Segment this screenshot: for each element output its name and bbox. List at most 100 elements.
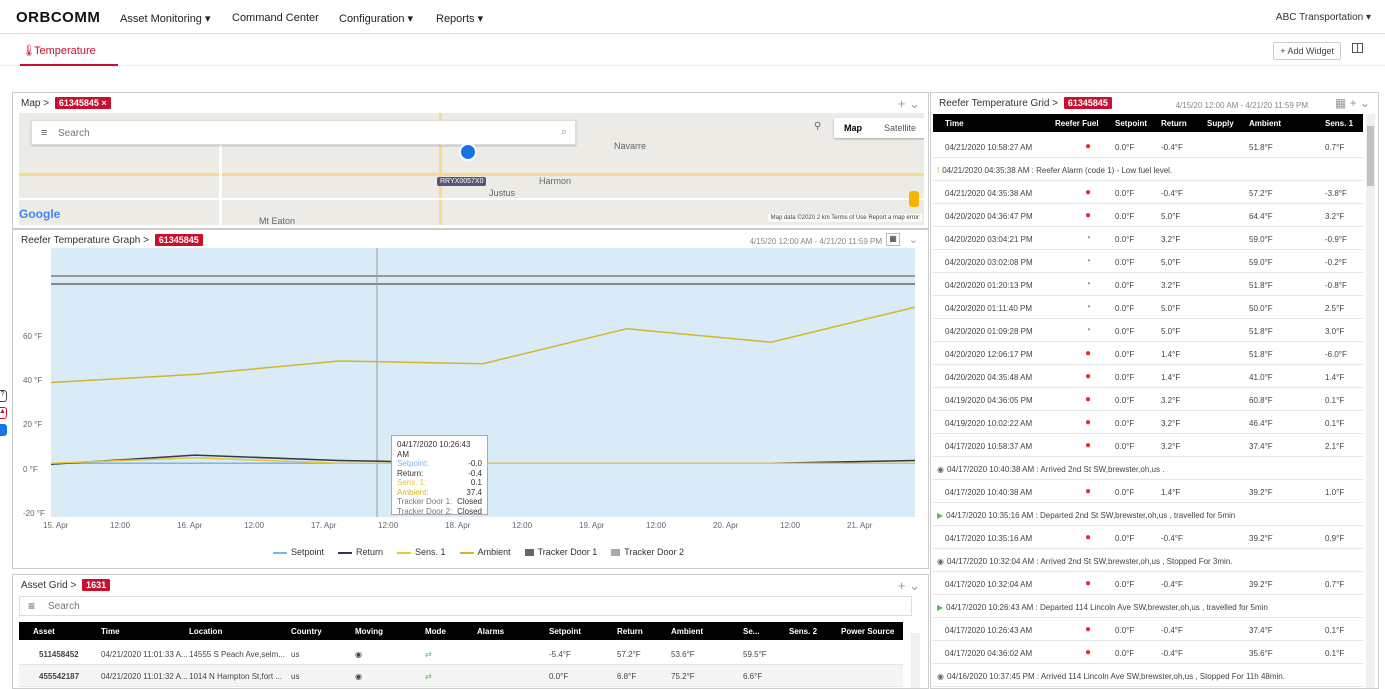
column-header[interactable]: Ambient <box>1249 119 1281 128</box>
column-header[interactable]: Ambient <box>671 627 703 636</box>
table-row[interactable]: 04/20/2020 01:09:28 PM ◔ 0.0°F 5.0°F 51.8°F 3… <box>933 320 1363 342</box>
table-row[interactable]: 04/20/2020 04:36:47 PM ● 0.0°F 5.0°F 64.4°F 3… <box>933 205 1363 227</box>
table-row[interactable]: 455542187 04/21/2020 11:01:32 A... 1014 N … <box>19 665 903 687</box>
event-row[interactable]: ◉ 04/16/2020 10:37:45 PM : Arrived 114 Li… <box>933 665 1363 687</box>
column-header[interactable]: Alarms <box>477 627 504 636</box>
hamburger-icon[interactable]: ≡ <box>41 127 47 139</box>
column-header[interactable]: Time <box>945 119 964 128</box>
table-row[interactable]: 04/17/2020 10:32:04 AM ● 0.0°F -0.4°F 39.2°F… <box>933 573 1363 595</box>
add-widget-button[interactable]: + Add Widget <box>1273 42 1341 60</box>
legend-setpoint[interactable]: Setpoint <box>273 547 324 557</box>
column-header[interactable]: Return <box>1161 119 1187 128</box>
column-header[interactable]: Supply <box>1207 119 1234 128</box>
legend-return[interactable]: Return <box>338 547 383 557</box>
column-header[interactable]: Power Source <box>841 627 894 636</box>
alert-icon[interactable]: ▲ <box>0 407 7 419</box>
asset-badge[interactable]: 61345845 <box>154 234 203 246</box>
legend-tracker-door-2[interactable]: Tracker Door 2 <box>611 547 684 557</box>
table-row[interactable]: 04/21/2020 04:35:38 AM ● 0.0°F -0.4°F 57.2°F… <box>933 182 1363 204</box>
map-view[interactable]: ≡ Search ⌕ ⚲ Map Satellite Navarre Harmo… <box>19 113 924 225</box>
tab-temperature[interactable]: 🌡 Temperature <box>20 41 118 66</box>
column-header[interactable]: Mode <box>425 627 446 636</box>
hamburger-icon[interactable]: ≡ <box>28 599 35 613</box>
table-row[interactable]: 04/17/2020 04:36:02 AM ● 0.0°F -0.4°F 35.6°F… <box>933 642 1363 664</box>
asset-count-badge: 1631 <box>82 579 111 591</box>
nav-configuration[interactable]: Configuration ▾ <box>339 12 413 25</box>
nav-asset-monitoring[interactable]: Asset Monitoring ▾ <box>120 12 211 25</box>
column-header[interactable]: Sens. 2 <box>789 627 817 636</box>
legend-ambient[interactable]: Ambient <box>459 547 511 557</box>
chat-icon[interactable] <box>0 424 7 436</box>
column-header[interactable]: Setpoint <box>1115 119 1147 128</box>
event-row[interactable]: ▶ 04/17/2020 10:26:43 AM : Departed 114 L… <box>933 596 1363 618</box>
event-row[interactable]: ◉ 04/17/2020 10:32:04 AM : Arrived 2nd St… <box>933 550 1363 572</box>
asset-filter-badge[interactable]: 61345845 × <box>54 97 111 109</box>
column-header[interactable]: Sens. 1 <box>1325 119 1353 128</box>
event-row[interactable]: ▶ 04/17/2020 10:35:16 AM : Departed 2nd S… <box>933 504 1363 526</box>
account-menu[interactable]: ABC Transportation ▾ <box>1276 12 1371 23</box>
map-search-input[interactable]: ≡ Search ⌕ <box>31 120 576 145</box>
layout-icon[interactable] <box>1352 43 1363 53</box>
table-row[interactable]: 04/19/2020 04:36:05 PM ● 0.0°F 3.2°F 60.8°F 0… <box>933 389 1363 411</box>
table-row[interactable]: 04/19/2020 10:02:22 AM ● 0.0°F 3.2°F 46.4°F 0… <box>933 412 1363 434</box>
panel-controls-icon[interactable]: + ⌄ <box>898 578 920 594</box>
column-header[interactable]: Setpoint <box>549 627 581 636</box>
event-row[interactable]: ! 04/21/2020 04:35:38 AM : Reefer Alarm (… <box>933 159 1363 181</box>
column-header[interactable]: Moving <box>355 627 383 636</box>
table-cell: 57.2°F <box>1249 189 1273 198</box>
pegman-icon[interactable] <box>909 191 919 207</box>
x-tick-label: 12:00 <box>378 521 399 530</box>
table-cell: 04/20/2020 04:35:48 AM <box>945 373 1033 382</box>
table-cell: 455542187 <box>39 672 80 681</box>
event-row[interactable]: ◉ 04/17/2020 10:40:38 AM : Arrived 2nd St… <box>933 458 1363 480</box>
column-header[interactable]: Reefer Fuel <box>1055 119 1099 128</box>
nav-command-center[interactable]: Command Center <box>232 12 319 24</box>
table-cell: 1.4°F <box>1325 373 1345 382</box>
table-row[interactable]: 04/20/2020 12:06:17 PM ● 0.0°F 1.4°F 51.8°F -… <box>933 343 1363 365</box>
legend-tracker-door-1[interactable]: Tracker Door 1 <box>524 547 597 557</box>
chevron-down-icon[interactable]: ⌄ <box>909 233 918 246</box>
table-row[interactable]: 04/17/2020 10:58:37 AM ● 0.0°F 3.2°F 37.4°F 2… <box>933 435 1363 457</box>
panel-controls-icon[interactable]: + ⌄ <box>898 96 920 112</box>
column-header[interactable]: Return <box>617 627 643 636</box>
search-icon[interactable]: ⌕ <box>561 126 567 139</box>
map-button[interactable]: Map <box>844 123 862 133</box>
location-pin-icon[interactable]: ⚲ <box>814 121 821 132</box>
help-icon[interactable]: ? <box>0 390 7 402</box>
column-header[interactable]: Location <box>189 627 222 636</box>
nav-reports[interactable]: Reports ▾ <box>436 12 483 25</box>
tooltip-row: Ambient: 37.4 <box>397 487 482 497</box>
table-row[interactable]: 04/20/2020 04:35:48 AM ● 0.0°F 1.4°F 41.0°F 1… <box>933 366 1363 388</box>
satellite-button[interactable]: Satellite <box>884 123 916 133</box>
asset-badge[interactable]: 61345845 <box>1063 97 1112 109</box>
column-header[interactable]: Asset <box>33 627 55 636</box>
table-row[interactable]: 04/17/2020 10:40:38 AM ● 0.0°F 1.4°F 39.2°F 1… <box>933 481 1363 503</box>
table-cell: 04/17/2020 04:36:02 AM <box>945 649 1033 658</box>
table-row[interactable]: 04/20/2020 01:11:40 PM ◔ 0.0°F 5.0°F 50.0°F 2… <box>933 297 1363 319</box>
table-row[interactable]: 511458452 04/21/2020 11:01:33 A... 14555 S… <box>19 643 903 665</box>
column-header[interactable]: Time <box>101 627 120 636</box>
table-row[interactable]: 04/21/2020 10:58:27 AM ● 0.0°F -0.4°F 51.8°F… <box>933 136 1363 158</box>
asset-search-input[interactable]: ≡ Search <box>19 596 912 616</box>
asset-marker-icon[interactable] <box>459 143 477 161</box>
table-row[interactable]: 04/20/2020 03:04:21 PM ◔ 0.0°F 3.2°F 59.0°F -… <box>933 228 1363 250</box>
calendar-icon[interactable]: ▦ <box>886 233 900 246</box>
scrollbar[interactable] <box>1366 114 1375 688</box>
asset-grid-header: Asset Grid > 1631 + ⌄ <box>13 575 928 595</box>
table-cell: 57.2°F <box>617 650 641 659</box>
column-header[interactable]: Se... <box>743 627 759 636</box>
panel-controls-icon[interactable]: ▦ + ⌄ <box>1335 96 1370 110</box>
table-row[interactable]: 04/17/2020 10:35:16 AM ● 0.0°F -0.4°F 39.2°F… <box>933 527 1363 549</box>
table-row[interactable]: 04/20/2020 03:02:08 PM ◔ 0.0°F 5.0°F 59.0°F -… <box>933 251 1363 273</box>
table-cell: 0.0°F <box>1115 534 1135 543</box>
map-search-placeholder: Search <box>58 128 90 139</box>
graph-tooltip: 04/17/2020 10:26:43 AM Setpoint: -0.0 Retu… <box>391 435 488 516</box>
fuel-alarm-icon: ● <box>1085 141 1092 152</box>
table-row[interactable]: 04/20/2020 01:20:13 PM ◔ 0.0°F 3.2°F 51.8°F -… <box>933 274 1363 296</box>
legend-sens1[interactable]: Sens. 1 <box>397 547 446 557</box>
scrollbar[interactable] <box>911 633 920 688</box>
table-cell: 0.0°F <box>1115 235 1135 244</box>
table-row[interactable]: 04/17/2020 10:26:43 AM ● 0.0°F -0.4°F 37.4°F… <box>933 619 1363 641</box>
orbcomm-logo[interactable]: ORBCOMM <box>16 9 100 26</box>
column-header[interactable]: Country <box>291 627 322 636</box>
